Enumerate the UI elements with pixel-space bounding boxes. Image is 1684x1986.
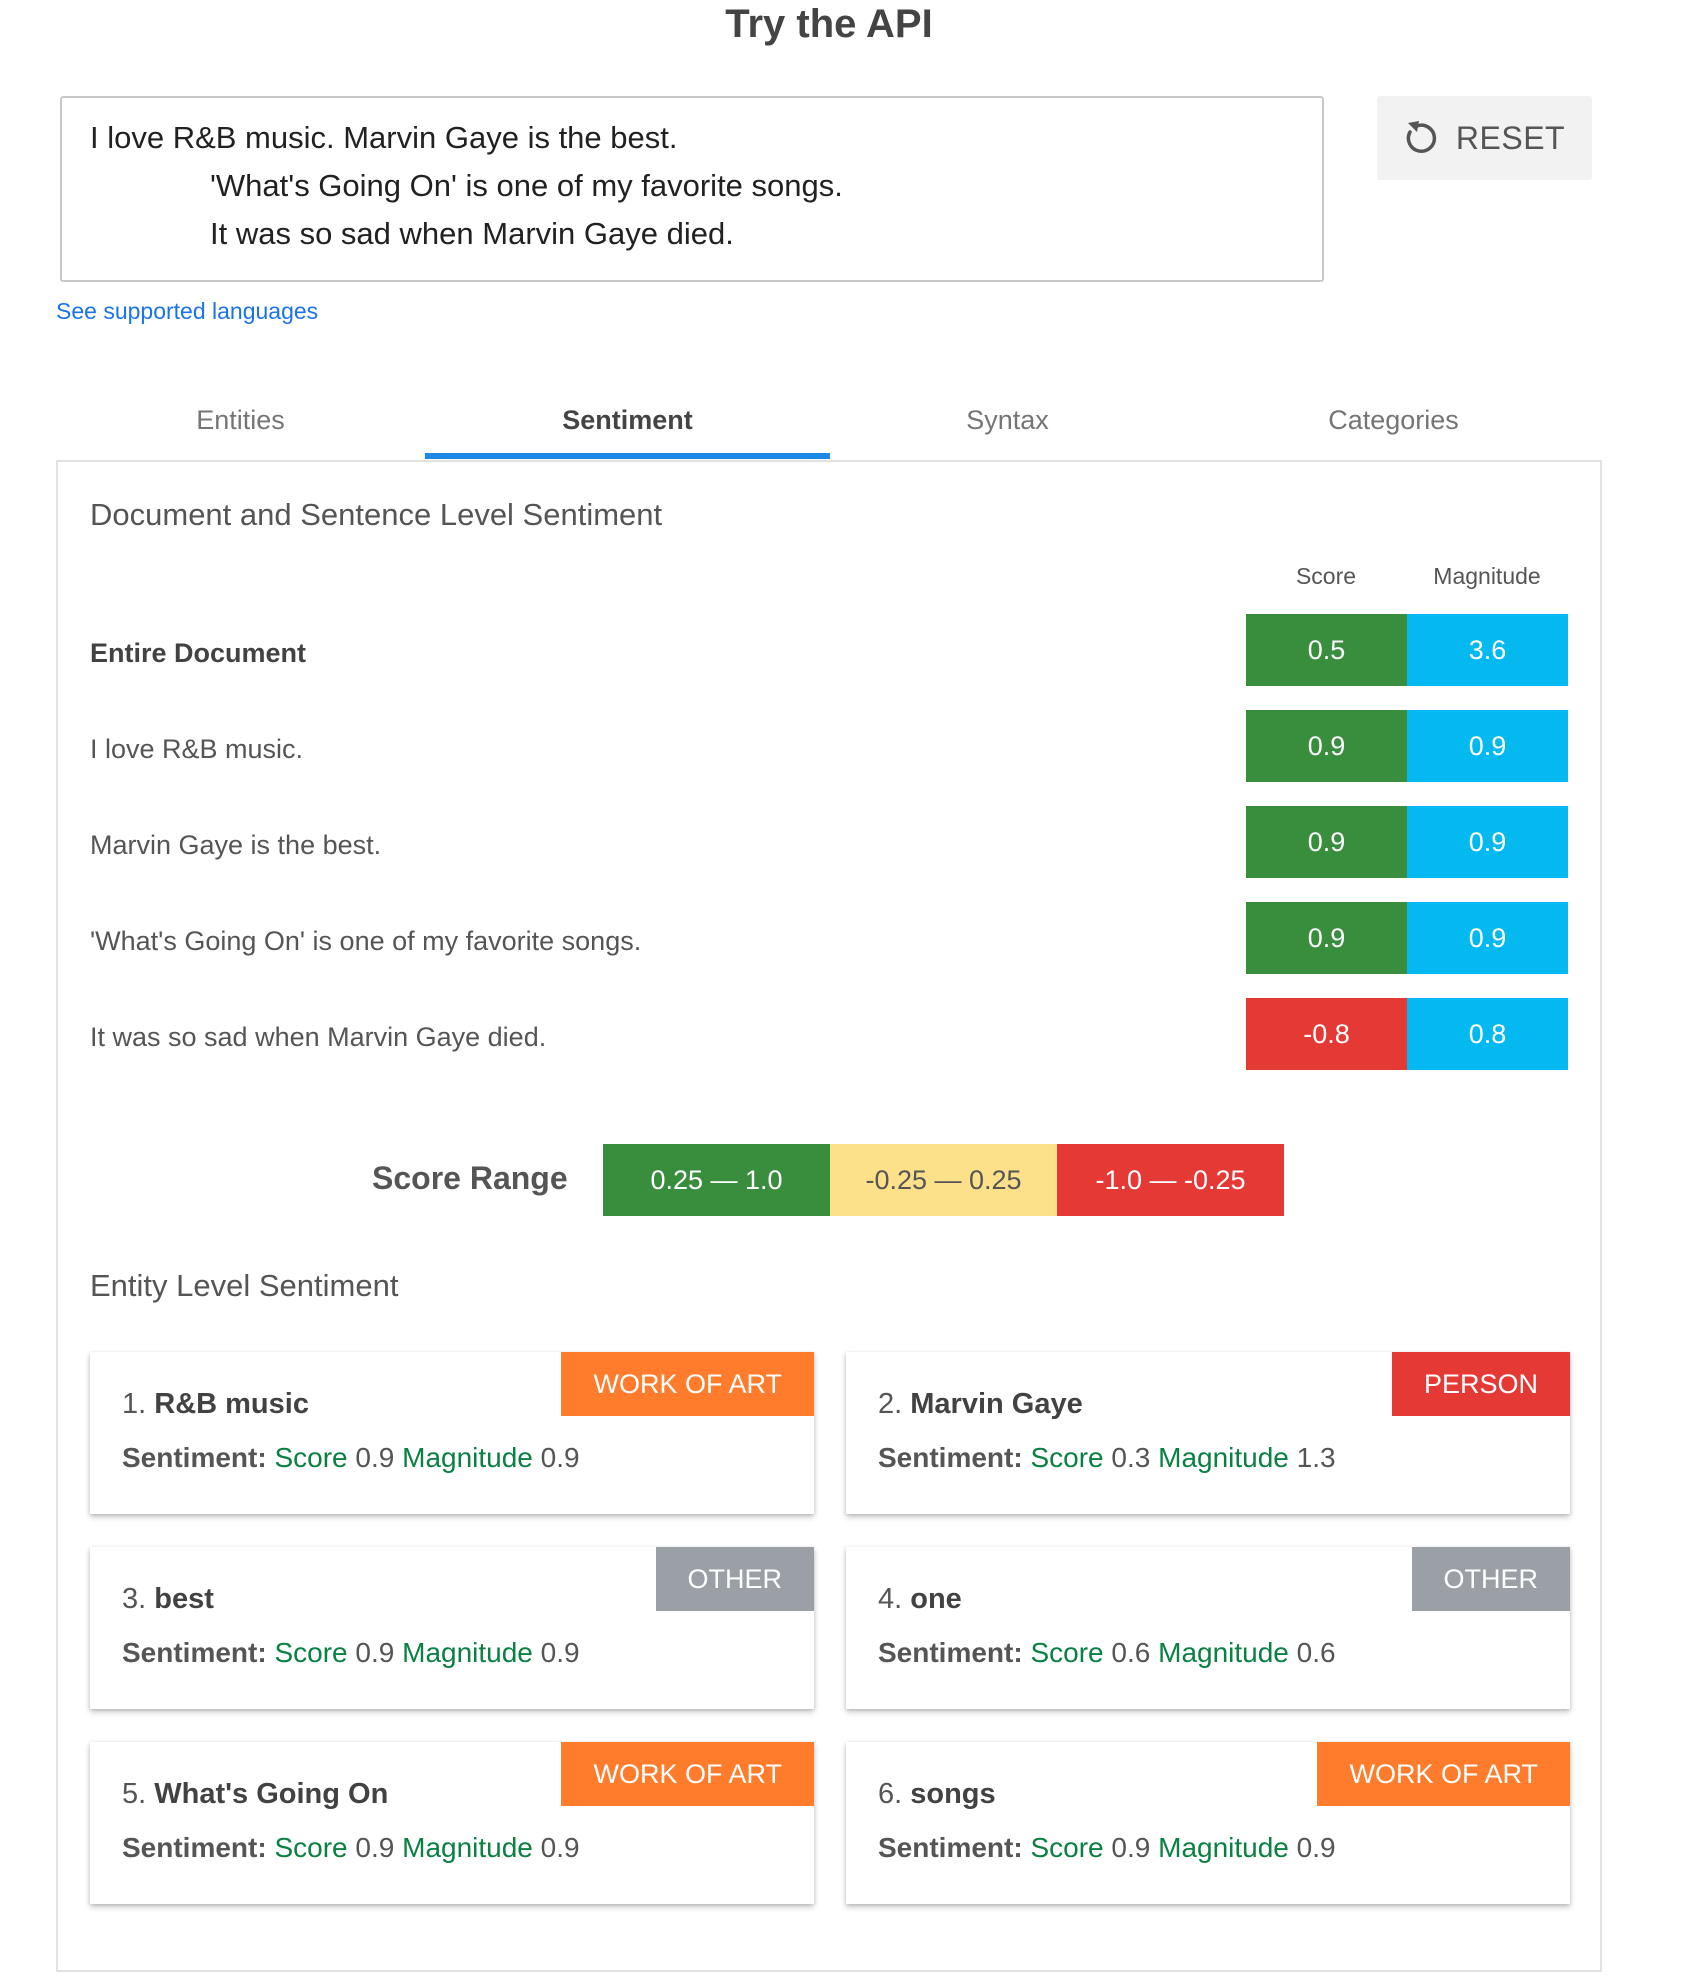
score-column-header: Score xyxy=(1295,563,1357,589)
entity-card: WORK OF ART 5. What's Going On Sentiment… xyxy=(90,1742,814,1904)
entity-name: 3. best xyxy=(122,1583,214,1615)
input-line: It was so sad when Marvin Gaye died. xyxy=(210,216,734,251)
magnitude-cell: 0.9 xyxy=(1407,806,1568,878)
magnitude-column-header: Magnitude xyxy=(1433,563,1541,589)
entity-name: 1. R&B music xyxy=(122,1388,309,1420)
see-supported-languages-link[interactable]: See supported languages xyxy=(56,298,318,325)
entity-name: 4. one xyxy=(878,1583,962,1615)
entity-sentiment: Sentiment: Score 0.3 Magnitude 1.3 xyxy=(878,1442,1336,1473)
sentence-label: Marvin Gaye is the best. xyxy=(90,830,382,860)
score-cell: 0.9 xyxy=(1246,806,1407,878)
entity-name: 6. songs xyxy=(878,1778,996,1810)
entity-type-badge: WORK OF ART xyxy=(1317,1742,1570,1806)
score-cell: 0.9 xyxy=(1246,710,1407,782)
entity-card: WORK OF ART 6. songs Sentiment: Score 0.… xyxy=(846,1742,1570,1904)
active-tab-indicator xyxy=(425,453,830,459)
score-cell: 0.5 xyxy=(1246,614,1407,686)
input-line: I love R&B music. Marvin Gaye is the bes… xyxy=(90,120,678,155)
entity-name: 5. What's Going On xyxy=(122,1778,389,1810)
entity-card: OTHER 4. one Sentiment: Score 0.6 Magnit… xyxy=(846,1547,1570,1709)
magnitude-cell: 3.6 xyxy=(1407,614,1568,686)
entity-card: OTHER 3. best Sentiment: Score 0.9 Magni… xyxy=(90,1547,814,1709)
tab-sentiment[interactable]: Sentiment xyxy=(425,382,830,458)
page-title: Try the API xyxy=(725,2,933,46)
document-sentiment-title: Document and Sentence Level Sentiment xyxy=(90,497,663,532)
entity-type-badge: WORK OF ART xyxy=(561,1352,814,1416)
reset-button[interactable]: RESET xyxy=(1377,96,1592,180)
input-line: 'What's Going On' is one of my favorite … xyxy=(210,168,843,203)
entity-type-badge: WORK OF ART xyxy=(561,1742,814,1806)
entity-type-badge: OTHER xyxy=(1411,1547,1570,1611)
entity-sentiment: Sentiment: Score 0.9 Magnitude 0.9 xyxy=(122,1442,580,1473)
sentence-label: I love R&B music. xyxy=(90,734,304,764)
entity-name: 2. Marvin Gaye xyxy=(878,1388,1083,1420)
entity-card: PERSON 2. Marvin Gaye Sentiment: Score 0… xyxy=(846,1352,1570,1514)
tab-categories[interactable]: Categories xyxy=(1185,382,1602,458)
score-cell: 0.9 xyxy=(1246,902,1407,974)
sentence-label: It was so sad when Marvin Gaye died. xyxy=(90,1022,547,1052)
entity-type-badge: PERSON xyxy=(1391,1352,1570,1416)
magnitude-cell: 0.8 xyxy=(1407,998,1568,1070)
entity-sentiment: Sentiment: Score 0.9 Magnitude 0.9 xyxy=(122,1637,580,1668)
score-range-label: Score Range xyxy=(372,1160,568,1196)
score-range-neutral: -0.25 — 0.25 xyxy=(830,1144,1057,1216)
entity-sentiment-title: Entity Level Sentiment xyxy=(90,1268,399,1303)
magnitude-cell: 0.9 xyxy=(1407,710,1568,782)
tab-entities[interactable]: Entities xyxy=(56,382,425,458)
score-range-positive: 0.25 — 1.0 xyxy=(603,1144,830,1216)
entity-type-badge: OTHER xyxy=(655,1547,814,1611)
entity-sentiment: Sentiment: Score 0.6 Magnitude 0.6 xyxy=(878,1637,1336,1668)
entity-card: WORK OF ART 1. R&B music Sentiment: Scor… xyxy=(90,1352,814,1514)
entire-document-label: Entire Document xyxy=(90,638,307,668)
reset-label: RESET xyxy=(1455,119,1566,156)
tab-syntax[interactable]: Syntax xyxy=(830,382,1185,458)
entity-sentiment: Sentiment: Score 0.9 Magnitude 0.9 xyxy=(122,1832,580,1863)
magnitude-cell: 0.9 xyxy=(1407,902,1568,974)
refresh-icon xyxy=(1404,117,1440,160)
entity-sentiment: Sentiment: Score 0.9 Magnitude 0.9 xyxy=(878,1832,1336,1863)
sentence-label: 'What's Going On' is one of my favorite … xyxy=(90,926,642,956)
score-range-negative: -1.0 — -0.25 xyxy=(1057,1144,1284,1216)
text-input[interactable]: I love R&B music. Marvin Gaye is the bes… xyxy=(60,96,1324,282)
score-cell: -0.8 xyxy=(1246,998,1407,1070)
